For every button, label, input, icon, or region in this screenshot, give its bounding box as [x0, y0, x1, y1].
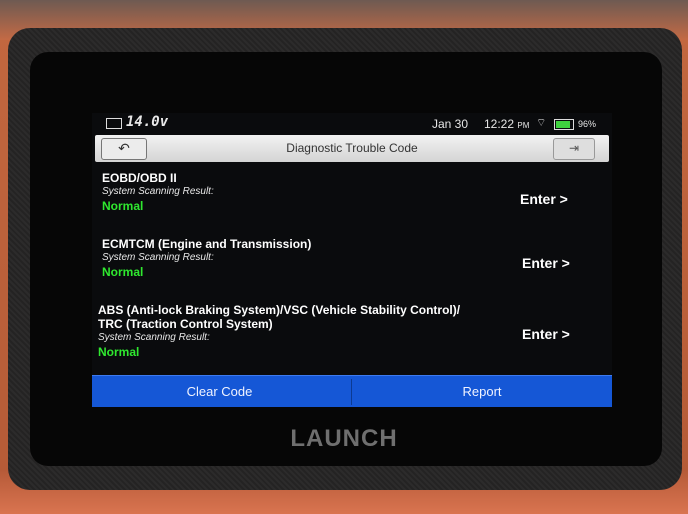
status-time: 12:22 PM	[484, 117, 530, 131]
wifi-icon: ⌔	[536, 117, 547, 129]
system-name-line2: TRC (Traction Control System)	[98, 317, 273, 331]
clear-code-button[interactable]: Clear Code	[92, 376, 351, 407]
battery-icon	[554, 119, 574, 130]
system-name-line1: ABS (Anti-lock Braking System)/VSC (Vehi…	[98, 303, 461, 317]
device-photo: 14.0v Jan 30 12:22 PM ⌔ 96% ↶ Diagnostic…	[0, 0, 688, 514]
list-item-eobd[interactable]: EOBD/OBD II System Scanning Result: Norm…	[102, 171, 214, 214]
title-bar: ↶ Diagnostic Trouble Code ⇥	[95, 135, 609, 162]
report-button[interactable]: Report	[352, 376, 612, 407]
list-item-ecmtcm[interactable]: ECMTCM (Engine and Transmission) System …	[102, 237, 311, 280]
system-name: EOBD/OBD II	[102, 171, 177, 185]
app-screen: 14.0v Jan 30 12:22 PM ⌔ 96% ↶ Diagnostic…	[92, 113, 612, 407]
list-item-abs[interactable]: ABS (Anti-lock Braking System)/VSC (Vehi…	[98, 303, 460, 360]
voltage-readout: 14.0v	[126, 114, 169, 130]
status-normal: Normal	[102, 265, 144, 279]
page-title: Diagnostic Trouble Code	[286, 141, 418, 155]
scan-result-label: System Scanning Result:	[102, 186, 214, 197]
status-normal: Normal	[102, 199, 144, 213]
enter-button-ecmtcm[interactable]: Enter >	[522, 255, 570, 271]
status-bar: 14.0v Jan 30 12:22 PM ⌔ 96%	[92, 113, 612, 135]
status-date: Jan 30	[432, 117, 469, 131]
status-time-suffix: PM	[517, 121, 530, 130]
launch-logo: LAUNCH	[290, 425, 398, 452]
system-name: ECMTCM (Engine and Transmission)	[102, 237, 312, 251]
status-normal: Normal	[98, 345, 140, 359]
enter-button-eobd[interactable]: Enter >	[520, 191, 568, 207]
scan-result-label: System Scanning Result:	[98, 332, 210, 343]
battery-percent: 96%	[578, 119, 597, 129]
enter-button-abs[interactable]: Enter >	[522, 326, 570, 342]
scan-result-label: System Scanning Result:	[102, 252, 214, 263]
exit-button[interactable]: ⇥	[553, 138, 595, 160]
action-bar: Clear Code Report	[92, 375, 612, 407]
car-battery-icon	[106, 118, 122, 129]
